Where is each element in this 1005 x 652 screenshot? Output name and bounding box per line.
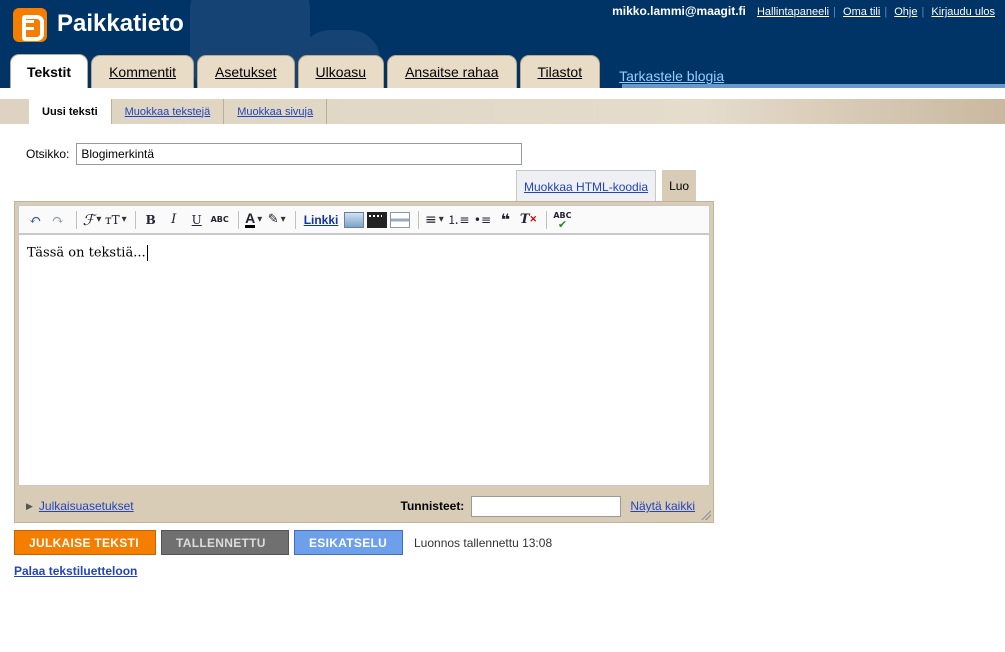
compose-tab[interactable]: Luo — [662, 170, 697, 202]
undo-icon[interactable]: ↶ — [25, 209, 45, 231]
tab-stats[interactable]: Tilastot — [519, 55, 601, 88]
title-row: Otsikko: — [26, 143, 523, 165]
bold-icon[interactable]: B — [141, 209, 161, 231]
video-icon[interactable] — [367, 211, 388, 228]
subtab-edit-pages[interactable]: Muokkaa sivuja — [224, 99, 328, 124]
font-icon[interactable]: ℱ — [82, 209, 102, 231]
main-tabs: Tekstit Kommentit Asetukset Ulkoasu Ansa… — [10, 54, 724, 88]
separator: | — [921, 6, 925, 18]
blogger-header: Paikkatieto mikko.lammi@maagit.fi Hallin… — [0, 0, 1005, 88]
blogger-logo-icon[interactable] — [13, 8, 47, 42]
show-all-tags-link[interactable]: Näytä kaikki — [630, 499, 695, 513]
tab-monetize[interactable]: Ansaitse rahaa — [387, 55, 517, 88]
post-body-text: Tässä on tekstiä... — [27, 245, 146, 261]
separator: | — [884, 6, 888, 18]
remove-format-icon[interactable]: T ✕ — [518, 209, 538, 231]
jump-break-icon[interactable] — [390, 211, 411, 228]
subtabs: Uusi teksti Muokkaa tekstejä Muokkaa siv… — [0, 88, 1005, 124]
preview-button[interactable]: ESIKATSELU — [294, 530, 403, 555]
publish-options[interactable]: ▶ Julkaisuasetukset — [26, 499, 134, 513]
subtabs-bar: Uusi teksti Muokkaa tekstejä Muokkaa siv… — [0, 99, 1005, 124]
separator: | — [833, 6, 836, 18]
blockquote-icon[interactable]: ❝ — [495, 209, 515, 231]
font-size-icon[interactable]: тT — [105, 209, 127, 231]
back-to-posts-link[interactable]: Palaa tekstiluetteloon — [14, 564, 137, 578]
italic-icon[interactable]: I — [164, 209, 184, 231]
editor-toolbar: ↶ ↷ ℱ тT B I U ABC A ✎ Linkki ≡ ⒈≡ •≡ ❝ … — [18, 205, 710, 234]
tags-label: Tunnisteet: — [400, 499, 465, 513]
separator — [546, 210, 548, 229]
editor-mode-tabs: Muokkaa HTML-koodia Luo — [516, 170, 697, 202]
text-color-icon[interactable]: A — [244, 209, 264, 231]
subtab-new-post[interactable]: Uusi teksti — [29, 99, 112, 124]
title-label: Otsikko: — [26, 147, 70, 161]
expand-triangle-icon: ▶ — [26, 500, 33, 511]
logout-link[interactable]: Kirjaudu ulos — [931, 6, 995, 18]
bullet-list-icon[interactable]: •≡ — [472, 209, 492, 231]
account-link[interactable]: Oma tili — [843, 6, 880, 18]
dashboard-link[interactable]: Hallintapaneeli — [757, 6, 829, 18]
blog-title: Paikkatieto — [57, 10, 184, 37]
separator — [237, 210, 239, 229]
edit-html-tab[interactable]: Muokkaa HTML-koodia — [516, 170, 657, 202]
user-email: mikko.lammi@maagit.fi — [612, 4, 746, 18]
underline-icon[interactable]: U — [187, 209, 207, 231]
editor-footer: ▶ Julkaisuasetukset Tunnisteet: Näytä ka… — [15, 490, 713, 522]
link-button[interactable]: Linkki — [301, 209, 342, 231]
action-buttons: JULKAISE TEKSTI TALLENNETTU ESIKATSELU L… — [14, 530, 552, 555]
separator — [294, 210, 296, 229]
redo-icon[interactable]: ↷ — [48, 209, 68, 231]
help-link[interactable]: Ohje — [894, 6, 917, 18]
publish-options-link[interactable]: Julkaisuasetukset — [39, 499, 134, 513]
resize-handle-icon[interactable] — [701, 510, 711, 520]
highlight-icon[interactable]: ✎ — [267, 209, 287, 231]
tab-comments[interactable]: Kommentit — [91, 55, 195, 88]
subtab-edit-posts[interactable]: Muokkaa tekstejä — [112, 99, 225, 124]
separator — [418, 210, 420, 229]
title-input[interactable] — [76, 143, 523, 165]
saved-button[interactable]: TALLENNETTU — [161, 530, 289, 555]
publish-button[interactable]: JULKAISE TEKSTI — [14, 530, 156, 555]
tab-layout[interactable]: Ulkoasu — [297, 55, 385, 88]
text-cursor — [146, 245, 148, 261]
image-icon[interactable] — [344, 211, 365, 228]
align-icon[interactable]: ≡ — [424, 209, 444, 231]
separator — [76, 210, 77, 229]
tab-posts[interactable]: Tekstit — [10, 54, 89, 88]
post-body-editor[interactable]: Tässä on tekstiä... — [18, 234, 710, 486]
strikethrough-icon[interactable]: ABC — [210, 209, 230, 231]
top-navigation: mikko.lammi@maagit.fi Hallintapaneeli | O… — [612, 4, 997, 18]
separator — [134, 210, 136, 229]
editor-box: ↶ ↷ ℱ тT B I U ABC A ✎ Linkki ≡ ⒈≡ •≡ ❝ … — [14, 201, 714, 523]
header-rule — [622, 84, 1005, 88]
tags-input[interactable] — [471, 495, 622, 517]
draft-status: Luonnos tallennettu 13:08 — [414, 535, 553, 550]
tab-settings[interactable]: Asetukset — [197, 55, 295, 88]
numbered-list-icon[interactable]: ⒈≡ — [447, 209, 469, 231]
spellcheck-icon[interactable]: ABC ✔ — [552, 209, 572, 231]
